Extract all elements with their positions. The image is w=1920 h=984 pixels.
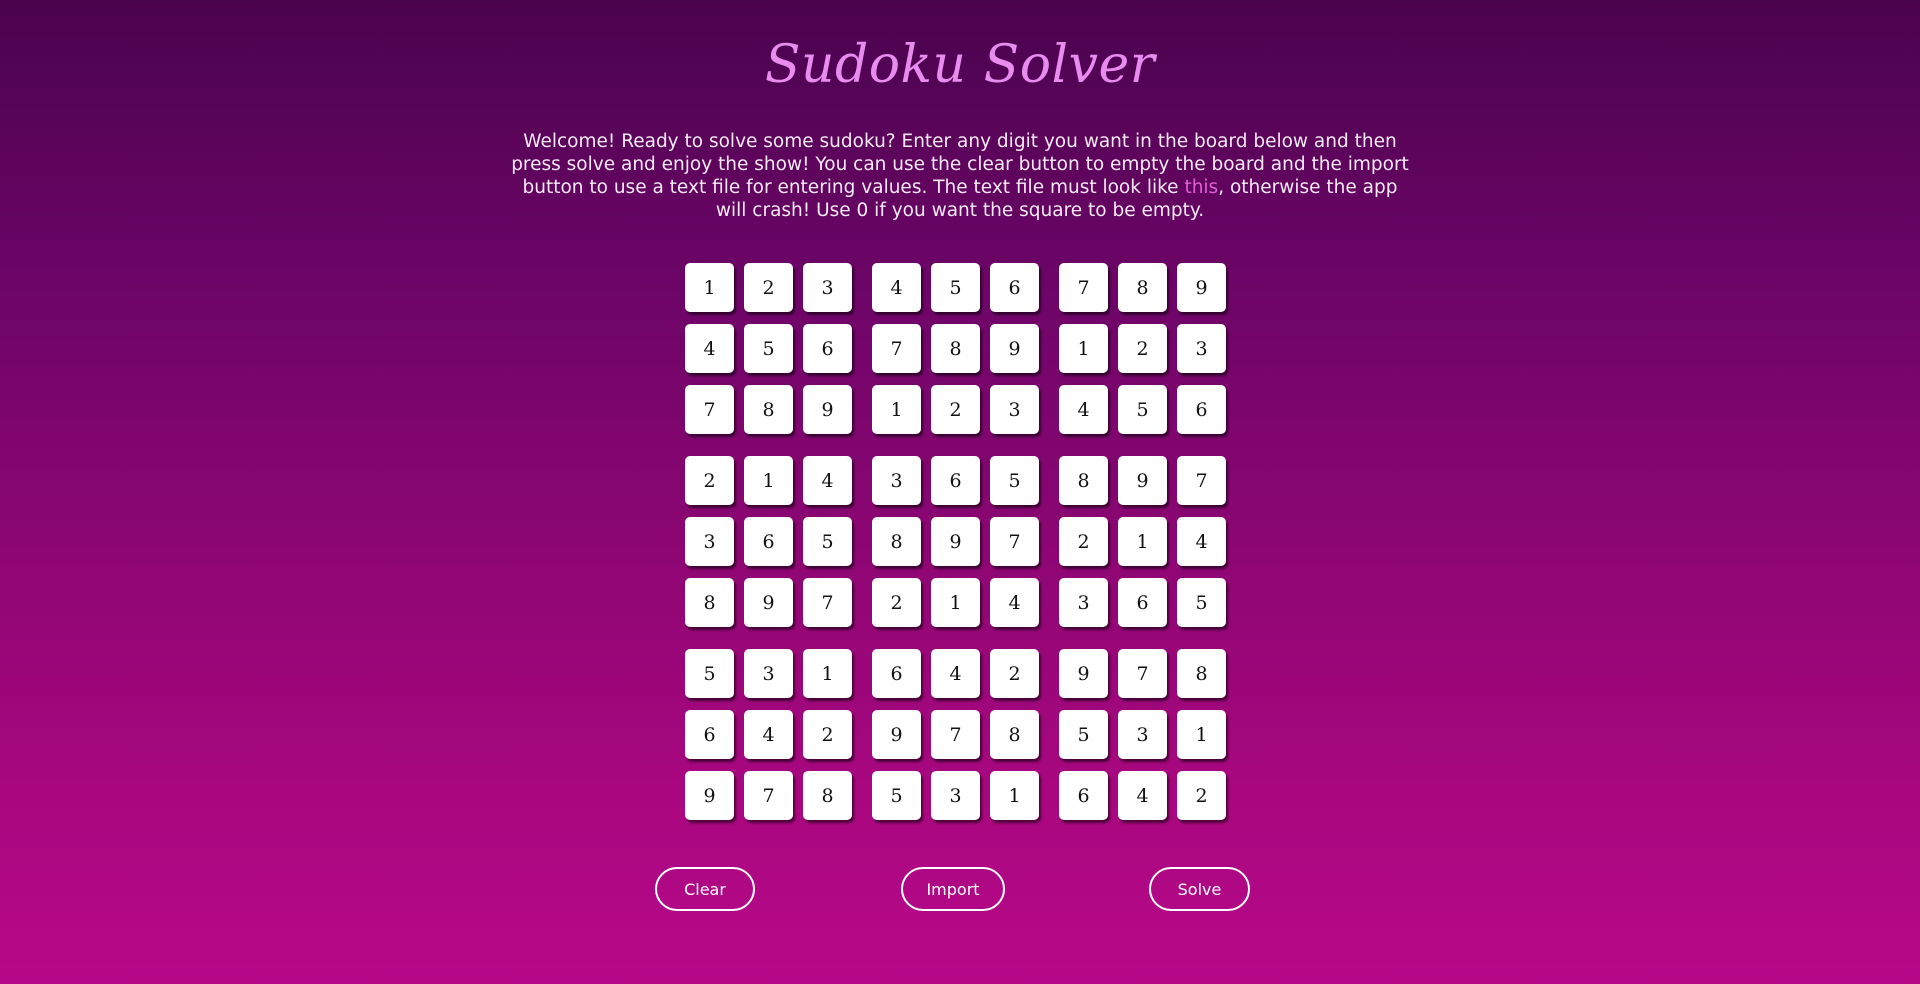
sudoku-cell-r4-c1[interactable]: 2: [685, 456, 734, 505]
sudoku-cell-r7-c6[interactable]: 2: [990, 649, 1039, 698]
sudoku-cell-r6-c1[interactable]: 8: [685, 578, 734, 627]
sudoku-cell-r5-c1[interactable]: 3: [685, 517, 734, 566]
sudoku-cell-r2-c7[interactable]: 1: [1059, 324, 1108, 373]
sudoku-cell-r4-c4[interactable]: 3: [872, 456, 921, 505]
sudoku-cell-r8-c5[interactable]: 7: [931, 710, 980, 759]
sudoku-cell-r9-c4[interactable]: 5: [872, 771, 921, 820]
sudoku-cell-r2-c4[interactable]: 7: [872, 324, 921, 373]
sudoku-cell-r1-c2[interactable]: 2: [744, 263, 793, 312]
sudoku-cell-r8-c8[interactable]: 3: [1118, 710, 1167, 759]
sudoku-cell-r4-c2[interactable]: 1: [744, 456, 793, 505]
sudoku-cell-r9-c9[interactable]: 2: [1177, 771, 1226, 820]
sudoku-cell-r9-c7[interactable]: 6: [1059, 771, 1108, 820]
sudoku-cell-r8-c2[interactable]: 4: [744, 710, 793, 759]
sudoku-cell-r4-c8[interactable]: 9: [1118, 456, 1167, 505]
sudoku-cell-r3-c4[interactable]: 1: [872, 385, 921, 434]
sudoku-cell-r1-c9[interactable]: 9: [1177, 263, 1226, 312]
sudoku-cell-r1-c7[interactable]: 7: [1059, 263, 1108, 312]
sudoku-cell-r2-c1[interactable]: 4: [685, 324, 734, 373]
sudoku-cell-r3-c7[interactable]: 4: [1059, 385, 1108, 434]
sudoku-cell-r5-c6[interactable]: 7: [990, 517, 1039, 566]
sudoku-cell-r9-c8[interactable]: 4: [1118, 771, 1167, 820]
import-button[interactable]: Import: [901, 867, 1005, 911]
sudoku-cell-r6-c7[interactable]: 3: [1059, 578, 1108, 627]
sudoku-cell-r8-c7[interactable]: 5: [1059, 710, 1108, 759]
sudoku-cell-r5-c7[interactable]: 2: [1059, 517, 1108, 566]
sudoku-cell-r5-c5[interactable]: 9: [931, 517, 980, 566]
sudoku-cell-r7-c3[interactable]: 1: [803, 649, 852, 698]
sudoku-cell-r3-c6[interactable]: 3: [990, 385, 1039, 434]
sudoku-cell-r6-c6[interactable]: 4: [990, 578, 1039, 627]
sudoku-cell-r8-c9[interactable]: 1: [1177, 710, 1226, 759]
sudoku-cell-r8-c3[interactable]: 2: [803, 710, 852, 759]
sudoku-cell-r9-c3[interactable]: 8: [803, 771, 852, 820]
sudoku-cell-r9-c1[interactable]: 9: [685, 771, 734, 820]
sudoku-cell-r5-c3[interactable]: 5: [803, 517, 852, 566]
sudoku-cell-r7-c8[interactable]: 7: [1118, 649, 1167, 698]
sudoku-cell-r3-c2[interactable]: 8: [744, 385, 793, 434]
sudoku-cell-r1-c6[interactable]: 6: [990, 263, 1039, 312]
sudoku-cell-r4-c3[interactable]: 4: [803, 456, 852, 505]
sudoku-cell-r3-c8[interactable]: 5: [1118, 385, 1167, 434]
sudoku-cell-r7-c1[interactable]: 5: [685, 649, 734, 698]
sudoku-cell-r2-c6[interactable]: 9: [990, 324, 1039, 373]
sudoku-cell-r9-c2[interactable]: 7: [744, 771, 793, 820]
sudoku-cell-r7-c2[interactable]: 3: [744, 649, 793, 698]
intro-text: Welcome! Ready to solve some sudoku? Ent…: [510, 130, 1410, 222]
sudoku-cell-r4-c5[interactable]: 6: [931, 456, 980, 505]
sudoku-board: 1234567894567891237891234562143658973658…: [685, 263, 1227, 821]
sudoku-cell-r3-c3[interactable]: 9: [803, 385, 852, 434]
sudoku-cell-r6-c8[interactable]: 6: [1118, 578, 1167, 627]
sudoku-cell-r5-c4[interactable]: 8: [872, 517, 921, 566]
sudoku-cell-r7-c7[interactable]: 9: [1059, 649, 1108, 698]
sudoku-cell-r4-c7[interactable]: 8: [1059, 456, 1108, 505]
sudoku-cell-r1-c5[interactable]: 5: [931, 263, 980, 312]
sudoku-cell-r1-c8[interactable]: 8: [1118, 263, 1167, 312]
sudoku-cell-r2-c5[interactable]: 8: [931, 324, 980, 373]
sudoku-cell-r7-c5[interactable]: 4: [931, 649, 980, 698]
sudoku-cell-r6-c3[interactable]: 7: [803, 578, 852, 627]
sudoku-cell-r6-c5[interactable]: 1: [931, 578, 980, 627]
sudoku-cell-r8-c4[interactable]: 9: [872, 710, 921, 759]
sudoku-cell-r3-c9[interactable]: 6: [1177, 385, 1226, 434]
sudoku-cell-r1-c3[interactable]: 3: [803, 263, 852, 312]
sudoku-cell-r4-c9[interactable]: 7: [1177, 456, 1226, 505]
example-file-link[interactable]: this: [1184, 177, 1218, 198]
sudoku-cell-r8-c6[interactable]: 8: [990, 710, 1039, 759]
sudoku-cell-r5-c2[interactable]: 6: [744, 517, 793, 566]
sudoku-cell-r9-c5[interactable]: 3: [931, 771, 980, 820]
solve-button[interactable]: Solve: [1149, 867, 1250, 911]
sudoku-cell-r3-c5[interactable]: 2: [931, 385, 980, 434]
sudoku-cell-r7-c4[interactable]: 6: [872, 649, 921, 698]
sudoku-cell-r2-c3[interactable]: 6: [803, 324, 852, 373]
clear-button[interactable]: Clear: [655, 867, 755, 911]
sudoku-cell-r2-c9[interactable]: 3: [1177, 324, 1226, 373]
sudoku-cell-r1-c4[interactable]: 4: [872, 263, 921, 312]
sudoku-cell-r1-c1[interactable]: 1: [685, 263, 734, 312]
sudoku-cell-r5-c9[interactable]: 4: [1177, 517, 1226, 566]
sudoku-cell-r6-c2[interactable]: 9: [744, 578, 793, 627]
sudoku-cell-r7-c9[interactable]: 8: [1177, 649, 1226, 698]
sudoku-cell-r2-c8[interactable]: 2: [1118, 324, 1167, 373]
sudoku-cell-r8-c1[interactable]: 6: [685, 710, 734, 759]
sudoku-cell-r6-c9[interactable]: 5: [1177, 578, 1226, 627]
sudoku-cell-r3-c1[interactable]: 7: [685, 385, 734, 434]
sudoku-cell-r6-c4[interactable]: 2: [872, 578, 921, 627]
page-title: Sudoku Solver: [764, 35, 1156, 95]
sudoku-cell-r4-c6[interactable]: 5: [990, 456, 1039, 505]
sudoku-cell-r5-c8[interactable]: 1: [1118, 517, 1167, 566]
sudoku-cell-r2-c2[interactable]: 5: [744, 324, 793, 373]
sudoku-cell-r9-c6[interactable]: 1: [990, 771, 1039, 820]
